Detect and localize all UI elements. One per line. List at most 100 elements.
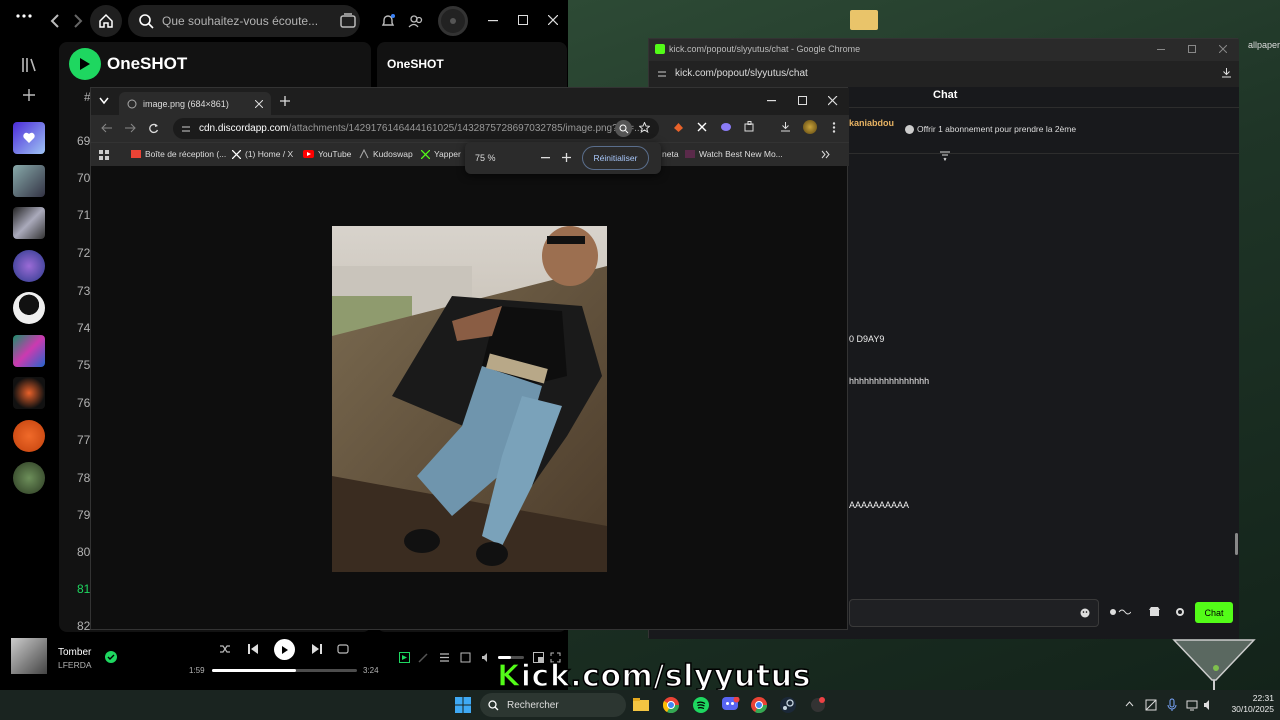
- minimize-icon[interactable]: [488, 20, 498, 22]
- track-artist[interactable]: LFERDA: [58, 660, 92, 670]
- back-arrow-icon[interactable]: [50, 13, 60, 29]
- extension-icon[interactable]: [720, 122, 732, 132]
- tab-search-icon[interactable]: [99, 97, 109, 105]
- tray-app-icon[interactable]: [1145, 699, 1157, 711]
- displayed-image[interactable]: [332, 226, 607, 572]
- app-icon[interactable]: [810, 697, 826, 713]
- queue-icon[interactable]: [439, 652, 450, 663]
- zoom-out-icon[interactable]: [541, 157, 550, 159]
- spotify-icon[interactable]: [693, 697, 709, 713]
- friend-activity-icon[interactable]: [408, 13, 424, 29]
- network-icon[interactable]: [1186, 699, 1198, 711]
- settings-gear-icon[interactable]: [1175, 607, 1185, 617]
- bookmark-watch[interactable]: Watch Best New Mo...: [685, 149, 783, 159]
- playlist-tile[interactable]: [13, 207, 45, 239]
- extensions-puzzle-icon[interactable]: [744, 121, 755, 132]
- show-hidden-icons-chevron[interactable]: [1125, 701, 1134, 707]
- close-icon[interactable]: [548, 15, 558, 25]
- play-button[interactable]: [69, 48, 101, 80]
- close-icon[interactable]: [828, 96, 838, 106]
- maximize-icon[interactable]: [518, 15, 528, 25]
- previous-icon[interactable]: [247, 643, 259, 655]
- artist-tile[interactable]: [13, 250, 45, 282]
- close-icon[interactable]: [1219, 45, 1227, 53]
- chat-input[interactable]: [849, 599, 1099, 627]
- more-menu-icon[interactable]: [832, 122, 836, 133]
- chrome-icon[interactable]: [751, 697, 767, 713]
- home-button[interactable]: [90, 5, 122, 37]
- artist-tile[interactable]: [13, 292, 45, 324]
- shuffle-icon[interactable]: [219, 643, 231, 655]
- browse-icon[interactable]: [340, 13, 356, 29]
- discord-icon[interactable]: [722, 697, 740, 713]
- chat-send-button[interactable]: Chat: [1195, 602, 1233, 623]
- chat-scrollbar[interactable]: [1235, 533, 1238, 555]
- minimize-icon[interactable]: [1157, 49, 1165, 51]
- x-extension-icon[interactable]: [697, 122, 707, 132]
- steam-icon[interactable]: [780, 697, 796, 713]
- close-tab-icon[interactable]: [255, 99, 263, 108]
- chrome-icon[interactable]: [663, 697, 679, 713]
- emoji-icon[interactable]: [1080, 608, 1090, 618]
- minimize-icon[interactable]: [767, 100, 777, 102]
- liked-check-icon[interactable]: [105, 651, 117, 663]
- add-playlist-icon[interactable]: [22, 88, 36, 102]
- playlist-tile[interactable]: [13, 165, 45, 197]
- reset-zoom-button[interactable]: Réinitialiser: [582, 146, 649, 170]
- play-pause-button[interactable]: [274, 639, 295, 660]
- profile-avatar[interactable]: [803, 120, 817, 134]
- now-playing-view-icon[interactable]: [399, 652, 410, 663]
- forward-arrow-icon[interactable]: [73, 13, 83, 29]
- store-icon[interactable]: [1149, 606, 1160, 617]
- notifications-bell-icon[interactable]: [380, 13, 396, 29]
- reload-icon[interactable]: [148, 123, 159, 134]
- profile-avatar[interactable]: [438, 6, 468, 36]
- url-bar[interactable]: cdn.discordapp.com/attachments/142917614…: [173, 118, 659, 139]
- desktop-folder-icon[interactable]: [850, 10, 878, 30]
- artist-tile[interactable]: [13, 462, 45, 494]
- download-icon[interactable]: [780, 121, 791, 132]
- download-icon[interactable]: [1221, 67, 1232, 78]
- taskbar-search[interactable]: Rechercher: [480, 693, 626, 717]
- microphone-icon[interactable]: [1167, 698, 1177, 712]
- next-icon[interactable]: [311, 643, 323, 655]
- zoom-in-icon[interactable]: [562, 153, 571, 162]
- artist-tile[interactable]: [13, 420, 45, 452]
- library-icon[interactable]: [21, 57, 37, 73]
- repeat-icon[interactable]: [337, 643, 349, 655]
- menu-dots-icon[interactable]: [16, 14, 32, 18]
- back-arrow-icon[interactable]: [101, 123, 113, 133]
- bookmark-star-icon[interactable]: [639, 122, 650, 133]
- start-windows-icon[interactable]: [455, 697, 471, 713]
- site-settings-icon[interactable]: [657, 69, 667, 79]
- bookmark-meta[interactable]: neta: [662, 149, 679, 159]
- track-title[interactable]: Tomber: [58, 647, 91, 658]
- site-info-icon[interactable]: [181, 124, 191, 134]
- bookmark-x[interactable]: (1) Home / X: [232, 149, 293, 159]
- channel-points-icon[interactable]: [1109, 607, 1131, 617]
- bookmark-gmail[interactable]: Boîte de réception (...: [131, 149, 226, 159]
- maximize-icon[interactable]: [1188, 45, 1196, 53]
- volume-icon[interactable]: [481, 652, 492, 663]
- pinned-username[interactable]: kaniabdou: [849, 118, 894, 128]
- extension-icon[interactable]: [673, 122, 684, 133]
- taskbar-clock[interactable]: 22:31 30/10/2025: [1228, 693, 1274, 715]
- speaker-icon[interactable]: [1203, 699, 1215, 711]
- connect-device-icon[interactable]: [460, 652, 471, 663]
- kick-address-bar[interactable]: kick.com/popout/slyyutus/chat: [649, 61, 1239, 87]
- expand-pinned-icon[interactable]: [939, 151, 951, 161]
- apps-grid-icon[interactable]: [99, 150, 109, 160]
- search-bar[interactable]: Que souhaitez-vous écoute...: [128, 5, 360, 37]
- playlist-tile[interactable]: [13, 335, 45, 367]
- tab-image[interactable]: image.png (684×861): [119, 92, 271, 115]
- forward-arrow-icon[interactable]: [124, 123, 136, 133]
- bookmark-kudoswap[interactable]: Kudoswap: [359, 149, 413, 159]
- bookmark-yapper[interactable]: Yapper: [421, 149, 461, 159]
- more-bookmarks-icon[interactable]: [821, 150, 830, 159]
- progress-track[interactable]: [212, 669, 357, 672]
- liked-songs-tile[interactable]: [13, 122, 45, 154]
- file-explorer-icon[interactable]: [633, 698, 649, 711]
- maximize-icon[interactable]: [798, 96, 808, 106]
- zoom-indicator-button[interactable]: [615, 120, 632, 137]
- bookmark-youtube[interactable]: YouTube: [303, 149, 351, 159]
